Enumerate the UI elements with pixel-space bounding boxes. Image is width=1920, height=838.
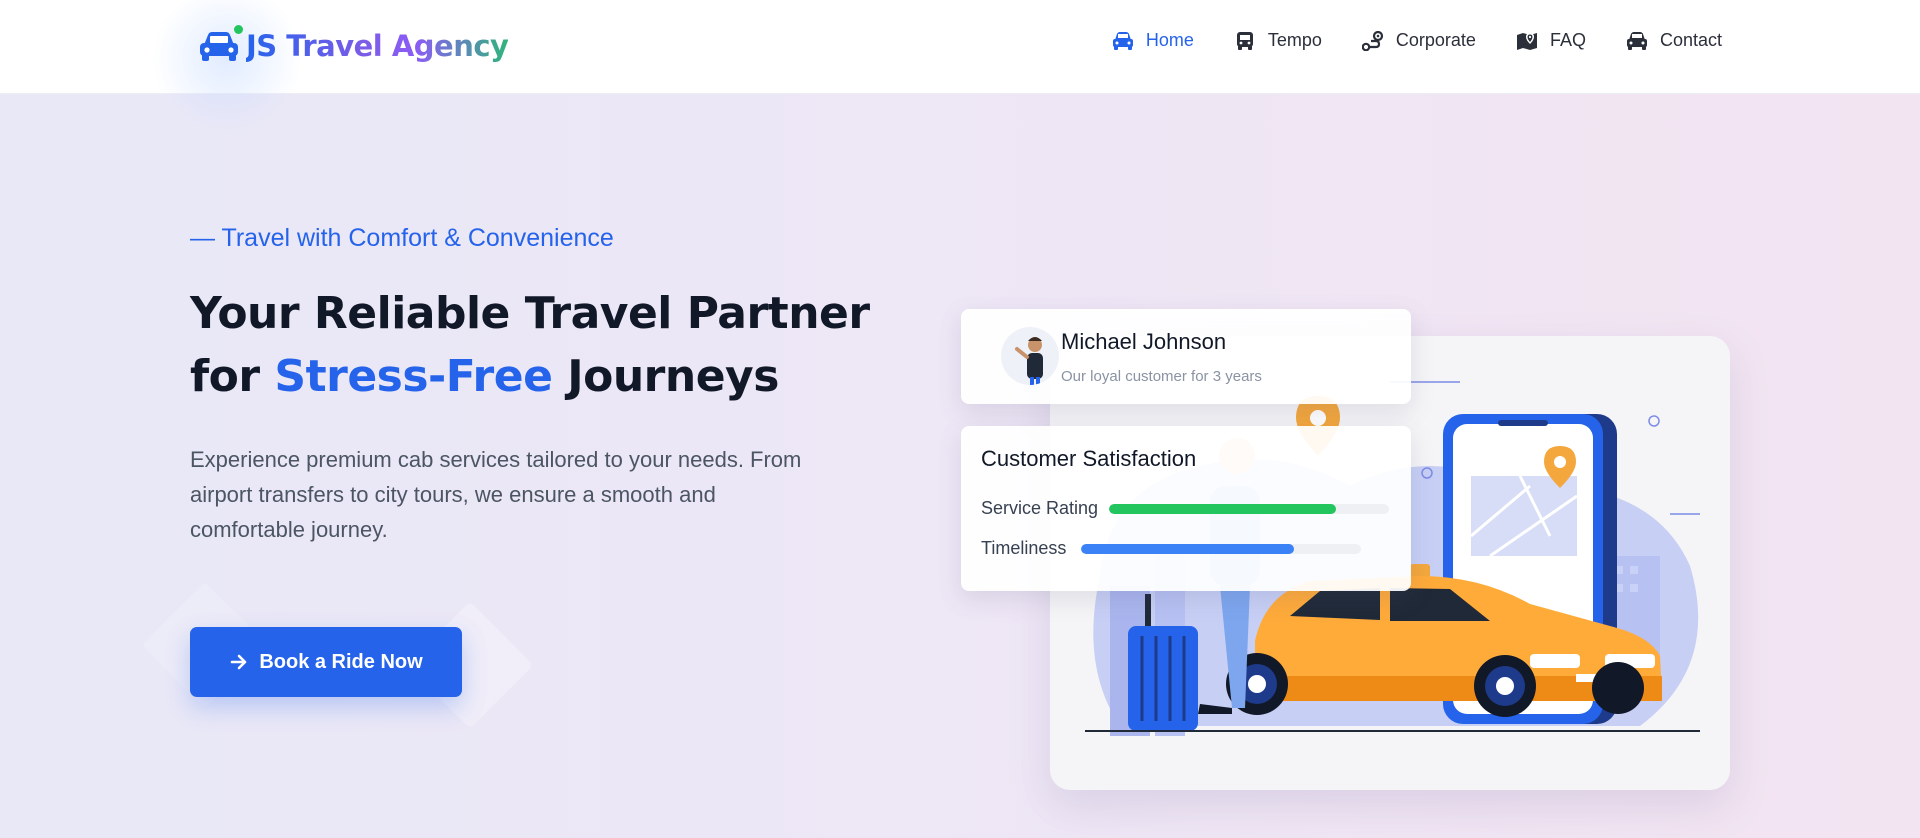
nav-item-faq[interactable]: FAQ xyxy=(1516,30,1586,51)
hero-tagline: — Travel with Comfort & Convenience xyxy=(190,224,614,252)
car-front-icon xyxy=(1112,31,1133,50)
metric-bar-service-rating xyxy=(1109,504,1389,514)
nav-item-contact[interactable]: Contact xyxy=(1626,30,1722,51)
nav-item-corporate[interactable]: Corporate xyxy=(1361,30,1476,51)
site-header: JS Travel Agency Home Tempo Corporate FA… xyxy=(0,0,1920,134)
nav-label-tempo: Tempo xyxy=(1267,30,1322,50)
car-logo-icon xyxy=(198,25,243,63)
headline-end: Journeys xyxy=(552,351,779,402)
headline-line-1: Your Reliable Travel Partner xyxy=(190,288,870,339)
metric-fill-service-rating xyxy=(1109,504,1336,514)
metric-label-timeliness: Timeliness xyxy=(981,538,1067,558)
customer-card: Michael Johnson Our loyal customer for 3… xyxy=(961,309,1411,404)
nav-label-faq: FAQ xyxy=(1549,30,1586,50)
headline-line-2: for Stress-Free Journeys xyxy=(190,345,870,408)
van-icon xyxy=(1236,31,1253,50)
avatar xyxy=(1001,327,1059,385)
satisfaction-title: Customer Satisfaction xyxy=(981,446,1197,471)
hero-headline: Your Reliable Travel Partner for Stress-… xyxy=(190,282,870,408)
book-ride-label: Book a Ride Now xyxy=(259,650,423,673)
metric-label-service-rating: Service Rating xyxy=(981,498,1099,518)
satisfaction-card: Customer Satisfaction Service Rating Tim… xyxy=(961,426,1411,591)
brand-name: JS Travel Agency xyxy=(246,29,509,63)
brand-logo[interactable]: JS Travel Agency xyxy=(198,18,509,74)
nav-label-home: Home xyxy=(1145,30,1194,50)
customer-name: Michael Johnson xyxy=(1061,329,1227,354)
nav-item-tempo[interactable]: Tempo xyxy=(1234,30,1322,51)
hero-description: Experience premium cab services tailored… xyxy=(190,447,802,542)
map-pin-icon xyxy=(1516,32,1537,50)
metric-bar-timeliness xyxy=(1081,544,1361,554)
logo-status-dot xyxy=(234,25,243,34)
headline-for: for xyxy=(190,351,275,402)
nav-item-home[interactable]: Home xyxy=(1112,30,1194,51)
route-icon xyxy=(1361,30,1383,51)
headline-accent: Stress-Free xyxy=(274,351,553,402)
nav-label-corporate: Corporate xyxy=(1395,30,1476,50)
car-icon xyxy=(1626,31,1647,50)
nav-label-contact: Contact xyxy=(1659,30,1722,50)
customer-subtitle: Our loyal customer for 3 years xyxy=(1061,368,1262,385)
arrow-right-icon xyxy=(231,654,247,670)
book-ride-button[interactable]: Book a Ride Now xyxy=(190,627,462,697)
main-nav: Home Tempo Corporate FAQ Contact xyxy=(1072,30,1722,51)
metric-fill-timeliness xyxy=(1081,544,1294,554)
